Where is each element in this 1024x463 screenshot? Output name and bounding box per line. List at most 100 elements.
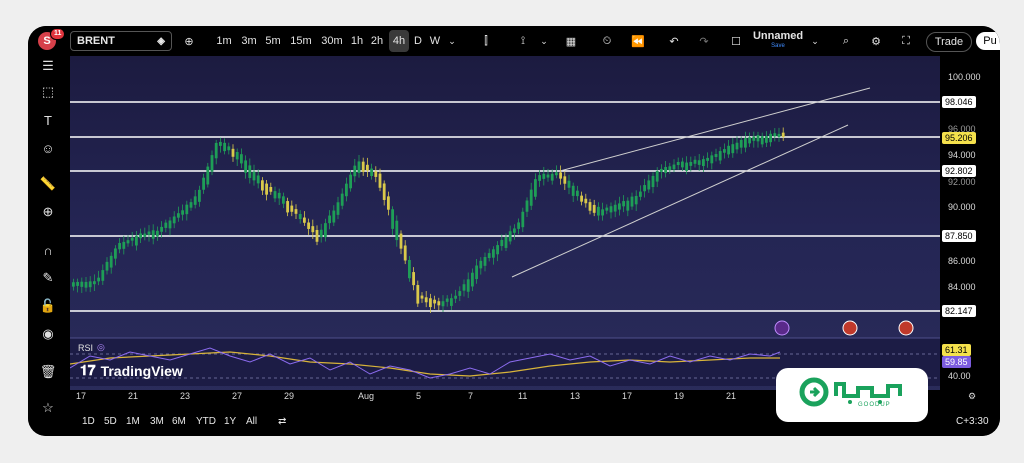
price-label: 86.000 bbox=[948, 256, 976, 266]
time-label: 5 bbox=[416, 391, 422, 401]
symbol-search[interactable]: BRENT ◈ bbox=[70, 31, 172, 51]
rsi-settings-icon[interactable]: ◎ bbox=[97, 342, 105, 353]
layout-name[interactable]: Unnamed Save bbox=[750, 30, 806, 52]
price-label: 90.000 bbox=[948, 202, 976, 212]
replay-icon[interactable]: ⏪ bbox=[628, 30, 648, 52]
channel-upper-line bbox=[559, 87, 871, 172]
rsi-label: RSI bbox=[78, 342, 94, 353]
goodup-logo-icon bbox=[799, 377, 902, 407]
interval-d[interactable]: D bbox=[411, 30, 425, 52]
current-price-badge: 95.206 bbox=[942, 132, 976, 144]
range-1m[interactable]: 1M bbox=[126, 416, 140, 427]
interval-15m[interactable]: 15m bbox=[287, 30, 315, 52]
time-label: 17 bbox=[622, 391, 633, 401]
event-us-flag-icon[interactable] bbox=[842, 320, 858, 336]
price-label: 94.000 bbox=[948, 150, 976, 160]
range-5d[interactable]: 5D bbox=[104, 416, 117, 427]
time-label: 13 bbox=[570, 391, 581, 401]
ruler-icon[interactable]: 📏 bbox=[38, 174, 58, 194]
price-label: 84.000 bbox=[948, 282, 976, 292]
layout-title: Unnamed bbox=[752, 30, 804, 42]
interval-5m[interactable]: 5m bbox=[262, 30, 284, 52]
templates-icon[interactable]: ▦ bbox=[561, 30, 581, 52]
trade-button[interactable]: Trade bbox=[926, 32, 972, 52]
add-symbol-icon[interactable]: ⊕ bbox=[178, 30, 200, 52]
range-1y[interactable]: 1Y bbox=[224, 416, 236, 427]
rsi-legend[interactable]: RSI ◎ bbox=[78, 342, 105, 353]
goodup-brand-text: GOODUP bbox=[858, 402, 891, 408]
chevron-down-icon[interactable]: ⌄ bbox=[537, 30, 551, 52]
price-axis[interactable]: 100.000 98.046 96.000 95.206 94.000 92.8… bbox=[940, 56, 1000, 404]
range-ytd[interactable]: YTD bbox=[196, 416, 216, 427]
tradingview-watermark: 𝟏𝟕 TradingView bbox=[80, 362, 183, 379]
trash-icon[interactable]: 🗑 bbox=[38, 362, 58, 382]
publish-button[interactable]: Pu bbox=[976, 32, 1000, 50]
rsi-ma-badge: 61.31 bbox=[942, 344, 971, 356]
rsi-axis-label: 40.00 bbox=[948, 371, 971, 381]
range-1d[interactable]: 1D bbox=[82, 416, 95, 427]
timezone[interactable]: C+3:30 bbox=[956, 416, 989, 427]
top-toolbar: S 11 BRENT ◈ ⊕ 1m 3m 5m 15m 30m 1h 2h 4h… bbox=[28, 26, 1000, 56]
pencil-lock-icon[interactable]: ✎ bbox=[38, 268, 58, 288]
time-label: 19 bbox=[674, 391, 685, 401]
interval-30m[interactable]: 30m bbox=[318, 30, 346, 52]
emoji-icon[interactable]: ☺ bbox=[38, 138, 58, 158]
text-icon[interactable]: T bbox=[38, 110, 58, 130]
eye-icon[interactable]: ◉ bbox=[38, 324, 58, 344]
time-label: 7 bbox=[468, 391, 474, 401]
range-3m[interactable]: 3M bbox=[150, 416, 164, 427]
chart-pane[interactable]: RSI ◎ 𝟏𝟕 TradingView bbox=[69, 56, 940, 404]
interval-1h[interactable]: 1h bbox=[348, 30, 366, 52]
goodup-logo: GOODUP bbox=[776, 368, 928, 422]
time-label: 21 bbox=[726, 391, 737, 401]
symbol-name: BRENT bbox=[77, 35, 115, 47]
level-badge-87: 87.850 bbox=[942, 230, 976, 242]
interval-3m[interactable]: 3m bbox=[238, 30, 260, 52]
price-chart-svg bbox=[69, 87, 940, 386]
range-6m[interactable]: 6M bbox=[172, 416, 186, 427]
settings-icon[interactable]: ⚙ bbox=[866, 30, 886, 52]
price-label: 92.000 bbox=[948, 177, 976, 187]
time-label: 11 bbox=[518, 391, 528, 401]
date-range-icon[interactable]: ⇄ bbox=[278, 416, 286, 427]
watermark-text: TradingView bbox=[100, 362, 183, 379]
event-us-flag-icon[interactable] bbox=[898, 320, 914, 336]
interval-1m[interactable]: 1m bbox=[214, 30, 234, 52]
interval-4h[interactable]: 4h bbox=[389, 30, 409, 52]
lock-icon[interactable]: 🔓 bbox=[38, 296, 58, 316]
tradingview-logo-icon: 𝟏𝟕 bbox=[80, 362, 96, 378]
price-label: 100.000 bbox=[948, 72, 981, 82]
quick-search-icon[interactable]: ⌕ bbox=[836, 30, 856, 52]
candles-icon[interactable]: ⫿ bbox=[476, 30, 496, 52]
diamond-icon: ◈ bbox=[157, 35, 165, 47]
time-label: 23 bbox=[180, 391, 191, 401]
time-label: 29 bbox=[284, 391, 295, 401]
avatar-letter: S bbox=[43, 35, 51, 47]
chevron-down-icon[interactable]: ⌄ bbox=[808, 30, 822, 52]
event-flash-icon[interactable] bbox=[774, 320, 790, 336]
undo-icon[interactable]: ↶ bbox=[664, 30, 684, 52]
settings-icon[interactable]: ⚙ bbox=[968, 391, 976, 402]
level-badge-82: 82.147 bbox=[942, 305, 976, 317]
time-label: Aug bbox=[358, 391, 375, 401]
indicators-icon[interactable]: ⟟ bbox=[512, 30, 534, 52]
chevron-down-icon[interactable]: ⌄ bbox=[445, 30, 459, 52]
candles bbox=[72, 127, 785, 314]
zoom-in-icon[interactable]: ⊕ bbox=[38, 202, 58, 222]
avatar[interactable]: S 11 bbox=[38, 28, 66, 50]
level-badge-92: 92.802 bbox=[942, 165, 976, 177]
star-icon[interactable]: ☆ bbox=[38, 398, 58, 418]
interval-2h[interactable]: 2h bbox=[368, 30, 386, 52]
rectangle-icon[interactable]: ⬚ bbox=[38, 82, 58, 102]
time-label: 27 bbox=[232, 391, 243, 401]
redo-icon[interactable]: ↷ bbox=[694, 30, 714, 52]
alert-icon[interactable]: ⏲ bbox=[597, 30, 617, 52]
interval-w[interactable]: W bbox=[427, 30, 443, 52]
rsi-value-badge: 59.85 bbox=[942, 356, 971, 368]
fullscreen-icon[interactable]: ⛶ bbox=[896, 30, 916, 52]
channel-lower-line bbox=[511, 124, 849, 278]
magnet-icon[interactable]: ∩ bbox=[38, 240, 58, 260]
layout-square-icon[interactable]: ☐ bbox=[726, 30, 746, 52]
lines-icon[interactable]: ☰ bbox=[38, 56, 58, 76]
range-all[interactable]: All bbox=[246, 416, 257, 427]
